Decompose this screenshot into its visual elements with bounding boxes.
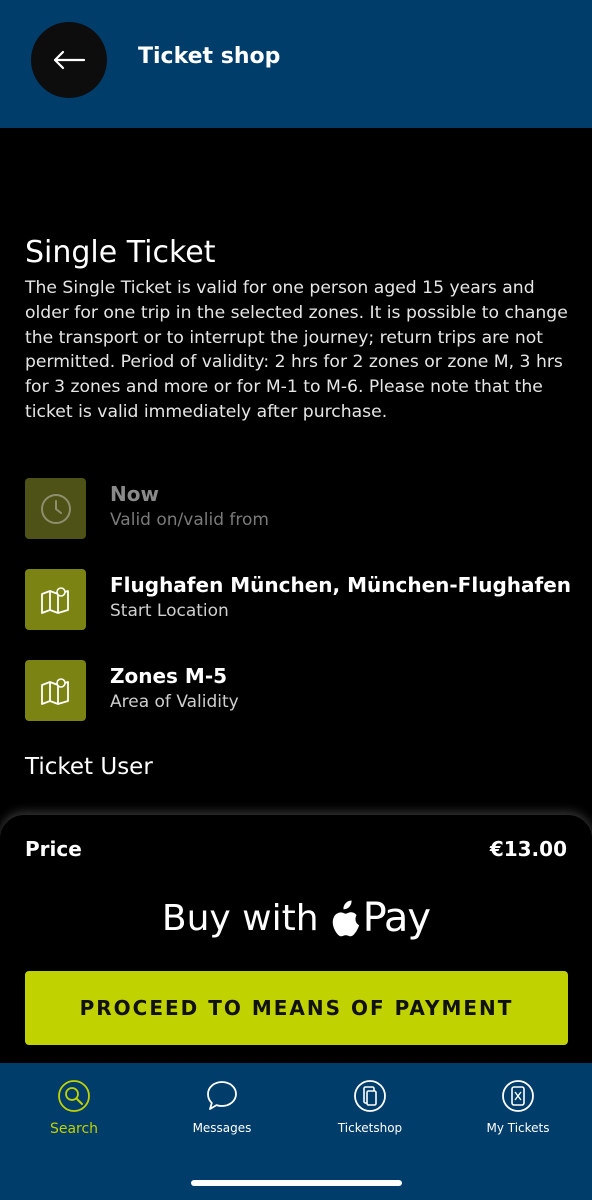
valid-from-label: Valid on/valid from (110, 510, 269, 530)
bottom-tab-bar: Search Messages Ticketshop My Tickets (0, 1063, 592, 1200)
area-of-validity-value: Zones M-5 (110, 664, 228, 688)
back-button[interactable] (31, 22, 107, 98)
tab-ticketshop-label: Ticketshop (337, 1121, 403, 1135)
arrow-left-icon (53, 50, 86, 70)
apple-pay-prefix: Buy with (161, 897, 319, 939)
clock-icon (40, 493, 71, 524)
ticket-description: The Single Ticket is valid for one perso… (25, 278, 568, 422)
area-of-validity-label: Area of Validity (110, 692, 239, 712)
my-tickets-icon (502, 1080, 534, 1112)
tab-my-tickets[interactable]: My Tickets (444, 1063, 592, 1163)
tab-messages[interactable]: Messages (148, 1063, 296, 1163)
map-icon (40, 586, 69, 614)
tab-messages-label: Messages (192, 1121, 252, 1135)
apple-pay-button[interactable]: Buy with Pay (0, 893, 592, 943)
tab-my-tickets-label: My Tickets (486, 1121, 550, 1135)
area-of-validity-row[interactable]: Zones M-5 Area of Validity (25, 660, 570, 721)
ticket-user-heading: Ticket User (25, 754, 153, 780)
valid-from-row: Now Valid on/valid from (25, 478, 570, 539)
price-value: €13.00 (489, 837, 567, 861)
home-indicator (191, 1180, 402, 1186)
start-location-value: Flughafen München, München-Flughafen (110, 573, 571, 597)
valid-from-value: Now (110, 482, 159, 506)
valid-from-icon-tile (25, 478, 86, 539)
chat-bubble-icon (207, 1081, 237, 1110)
proceed-to-payment-button[interactable]: PROCEED TO MEANS OF PAYMENT (25, 971, 568, 1045)
tab-search[interactable]: Search (0, 1063, 148, 1163)
map-icon (40, 677, 69, 705)
start-location-label: Start Location (110, 601, 229, 621)
start-location-icon-tile (25, 569, 86, 630)
checkout-sheet: Price €13.00 Buy with Pay PROCEED TO MEA… (0, 815, 592, 1065)
app-header: Ticket shop (0, 0, 592, 128)
apple-pay-word: Pay (362, 895, 432, 941)
search-icon (58, 1080, 90, 1112)
page-title: Ticket shop (138, 44, 281, 69)
ticket-title: Single Ticket (25, 235, 216, 270)
apple-logo-icon (332, 900, 359, 937)
tab-ticketshop[interactable]: Ticketshop (296, 1063, 444, 1163)
start-location-row[interactable]: Flughafen München, München-Flughafen Sta… (25, 569, 571, 630)
ticketshop-icon (354, 1080, 386, 1112)
price-label: Price (25, 837, 82, 861)
ticket-info: Single Ticket The Single Ticket is valid… (25, 232, 570, 425)
tab-search-label: Search (49, 1121, 99, 1137)
area-of-validity-icon-tile (25, 660, 86, 721)
